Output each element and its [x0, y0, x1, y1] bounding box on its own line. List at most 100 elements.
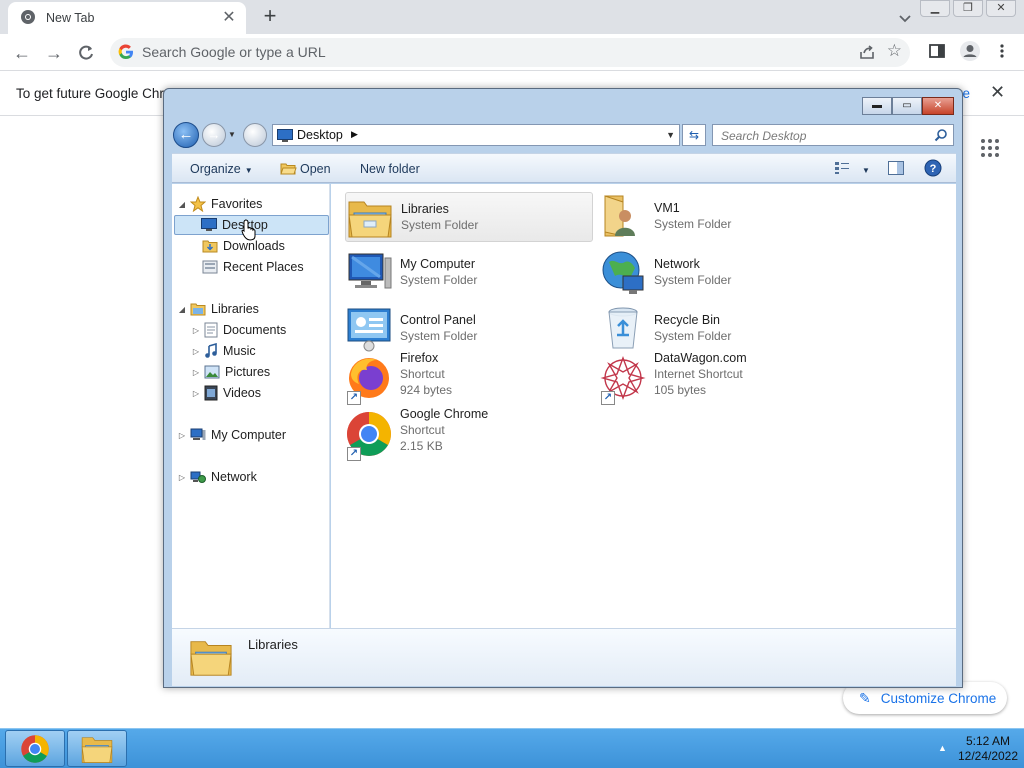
up-button[interactable] — [243, 123, 267, 147]
refresh-icon[interactable]: ⇆ — [682, 124, 706, 146]
explorer-close-button[interactable]: ✕ — [922, 97, 954, 115]
collapse-arrow-icon[interactable]: ◢ — [176, 200, 188, 209]
nav-recent-places[interactable]: Recent Places — [176, 257, 304, 277]
item-libraries[interactable]: Libraries System Folder — [345, 192, 593, 242]
system-clock[interactable]: 5:12 AM 12/24/2022 — [952, 734, 1024, 764]
nav-pictures-label: Pictures — [225, 365, 271, 379]
tab-new-tab[interactable]: New Tab ✕ — [8, 2, 246, 34]
search-desktop-input[interactable]: Search Desktop — [712, 124, 954, 146]
google-apps-icon[interactable] — [981, 139, 999, 157]
tab-title: New Tab — [46, 11, 95, 25]
item-recycle-bin[interactable]: Recycle Bin System Folder — [599, 304, 847, 354]
forward-arrow-icon[interactable]: → — [42, 41, 66, 65]
minimize-button[interactable]: ▁ — [920, 0, 950, 17]
item-control-panel[interactable]: Control Panel System Folder — [345, 304, 593, 354]
expand-arrow-icon[interactable]: ▷ — [176, 431, 188, 440]
collapse-arrow-icon[interactable]: ◢ — [176, 305, 188, 314]
chrome-menu-icon[interactable] — [996, 42, 1008, 63]
taskbar-chrome-button[interactable] — [5, 730, 65, 767]
nav-pictures[interactable]: ▷ Pictures — [190, 362, 270, 382]
computer-icon — [190, 428, 206, 442]
nav-music[interactable]: ▷ Music — [190, 341, 256, 361]
change-view-icon[interactable] — [834, 161, 850, 178]
item-network[interactable]: Network System Folder — [599, 248, 847, 298]
nav-videos[interactable]: ▷ Videos — [190, 383, 261, 403]
expand-arrow-icon[interactable]: ▷ — [190, 368, 202, 377]
organize-button[interactable]: Organize ▼ — [190, 162, 253, 176]
new-tab-button[interactable]: + — [258, 5, 282, 29]
explorer-back-button[interactable]: ← — [173, 122, 199, 148]
taskbar-explorer-button[interactable] — [67, 730, 127, 767]
view-options-dropdown-icon[interactable]: ▼ — [858, 162, 870, 176]
bookmark-star-icon[interactable]: ☆ — [887, 41, 902, 61]
explorer-minimize-button[interactable]: ▬ — [862, 97, 892, 115]
nav-my-computer-label: My Computer — [211, 428, 287, 442]
clock-time: 5:12 AM — [965, 734, 1011, 748]
item-name: Control Panel — [400, 313, 476, 327]
side-panel-icon[interactable] — [928, 42, 946, 63]
nav-documents[interactable]: ▷ Documents — [190, 320, 286, 340]
explorer-maximize-button[interactable]: ▭ — [892, 97, 922, 115]
shortcut-arrow-icon: ↗ — [601, 391, 615, 405]
item-firefox[interactable]: ↗ Firefox Shortcut 924 bytes — [345, 350, 593, 406]
downloads-folder-icon — [202, 239, 218, 253]
desktop-icon — [201, 218, 217, 232]
tab-close-icon[interactable]: ✕ — [220, 9, 238, 27]
back-arrow-icon[interactable]: ← — [10, 41, 34, 65]
open-button[interactable]: Open — [280, 162, 331, 176]
nav-network[interactable]: ▷ Network — [176, 467, 257, 487]
help-icon[interactable]: ? — [924, 159, 942, 180]
nav-my-computer[interactable]: ▷ My Computer — [176, 425, 286, 445]
reload-icon[interactable] — [74, 41, 98, 65]
share-icon[interactable] — [858, 43, 876, 64]
new-folder-button[interactable]: New folder — [360, 162, 420, 176]
nav-documents-label: Documents — [223, 323, 287, 337]
profile-avatar-icon[interactable] — [959, 41, 981, 65]
desktop-icon — [277, 129, 293, 145]
show-hidden-icons-icon[interactable]: ▲ — [938, 743, 947, 753]
address-bar[interactable]: Desktop ▶ ▼ — [272, 124, 680, 146]
breadcrumb-arrow-icon[interactable]: ▶ — [351, 129, 358, 140]
shortcut-arrow-icon: ↗ — [347, 447, 361, 461]
item-google-chrome[interactable]: ↗ Google Chrome Shortcut 2.15 KB — [345, 406, 593, 462]
restore-button[interactable]: ❐ — [953, 0, 983, 17]
item-type: System Folder — [400, 273, 478, 287]
omnibox[interactable]: Search Google or type a URL ☆ — [110, 38, 910, 67]
nav-music-label: Music — [223, 344, 256, 358]
search-placeholder: Search Desktop — [721, 129, 807, 143]
google-g-icon — [118, 44, 134, 63]
nav-favorites[interactable]: ◢ Favorites — [176, 194, 262, 214]
nav-favorites-label: Favorites — [211, 197, 263, 211]
explorer-forward-button[interactable]: → — [202, 123, 226, 147]
item-name: Firefox — [400, 351, 439, 365]
item-size: 924 bytes — [400, 383, 453, 397]
close-button[interactable]: ✕ — [986, 0, 1016, 17]
address-dropdown-icon[interactable]: ▼ — [666, 130, 675, 140]
expand-arrow-icon[interactable]: ▷ — [190, 347, 202, 356]
explorer-address-row: ← → ▼ Desktop ▶ ▼ ⇆ Search Desktop — [172, 122, 956, 148]
item-datawagon[interactable]: ↗ DataWagon.com Internet Shortcut 105 byte… — [599, 350, 847, 406]
nav-libraries[interactable]: ◢ Libraries — [176, 299, 259, 319]
recent-pages-dropdown-icon[interactable]: ▼ — [228, 130, 236, 139]
expand-arrow-icon[interactable]: ▷ — [190, 326, 202, 335]
clock-date: 12/24/2022 — [957, 749, 1019, 763]
address-text[interactable]: Desktop — [297, 128, 343, 142]
item-name: DataWagon.com — [654, 351, 747, 365]
expand-arrow-icon[interactable]: ▷ — [176, 473, 188, 482]
item-name: VM1 — [654, 201, 680, 215]
preview-pane-icon[interactable] — [888, 161, 904, 178]
expand-arrow-icon[interactable]: ▷ — [190, 389, 202, 398]
svg-text:?: ? — [930, 163, 937, 175]
documents-icon — [204, 322, 218, 338]
datawagon-icon: ↗ — [599, 350, 649, 406]
search-icon[interactable] — [934, 128, 948, 145]
taskbar: ▲ 5:12 AM 12/24/2022 — [0, 728, 1024, 768]
explorer-window[interactable]: ▬ ▭ ✕ ← → ▼ Desktop ▶ ▼ ⇆ Search Desktop… — [163, 88, 963, 688]
infobar-close-icon[interactable]: ✕ — [990, 82, 1005, 103]
item-vm1[interactable]: VM1 System Folder — [599, 192, 847, 242]
nav-downloads[interactable]: Downloads — [176, 236, 285, 256]
pencil-icon: ✎ — [859, 689, 871, 706]
tab-search-chevron-icon[interactable] — [895, 8, 915, 28]
item-my-computer[interactable]: My Computer System Folder — [345, 248, 593, 298]
nav-videos-label: Videos — [223, 386, 261, 400]
